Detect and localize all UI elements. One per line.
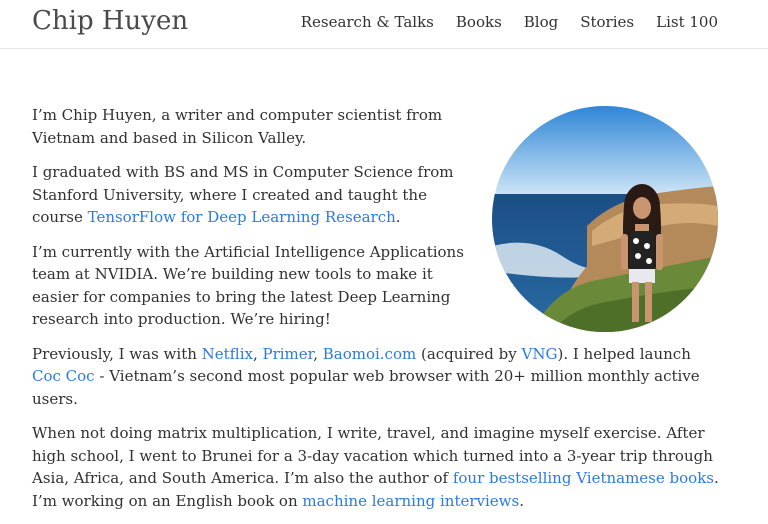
intro-content: I’m Chip Huyen, a writer and computer sc… bbox=[32, 104, 722, 524]
p4-text-a: Previously, I was with bbox=[32, 344, 202, 363]
vietnamese-books-link[interactable]: four bestselling Vietnamese books bbox=[453, 469, 714, 487]
p4-text-d: - Vietnam’s second most popular web brow… bbox=[32, 367, 700, 408]
intro-paragraph-3: I’m currently with the Artificial Intell… bbox=[32, 242, 464, 329]
intro-paragraph-4: Previously, I was with Netflix, Primer, … bbox=[32, 343, 722, 411]
main-nav: Research & Talks Books Blog Stories List… bbox=[301, 13, 718, 31]
nav-blog[interactable]: Blog bbox=[524, 13, 558, 31]
intro-paragraph-2: I graduated with BS and MS in Computer S… bbox=[32, 161, 472, 229]
nav-books[interactable]: Books bbox=[456, 13, 502, 31]
coccoc-link[interactable]: Coc Coc bbox=[32, 367, 95, 385]
p4-sep-2: , bbox=[313, 344, 323, 363]
nav-stories[interactable]: Stories bbox=[580, 13, 634, 31]
netflix-link[interactable]: Netflix bbox=[202, 345, 253, 363]
baomoi-link[interactable]: Baomoi.com bbox=[323, 345, 416, 363]
p2-end: . bbox=[395, 208, 401, 226]
intro-paragraph-5: When not doing matrix multiplication, I … bbox=[32, 422, 722, 512]
intro-paragraph-1: I’m Chip Huyen, a writer and computer sc… bbox=[32, 106, 443, 147]
nav-list-100[interactable]: List 100 bbox=[656, 13, 718, 31]
primer-link[interactable]: Primer bbox=[263, 345, 314, 363]
nav-research-talks[interactable]: Research & Talks bbox=[301, 13, 434, 31]
p4-sep-1: , bbox=[252, 344, 263, 363]
p4-text-c: ). I helped launch bbox=[557, 344, 691, 363]
vng-link[interactable]: VNG bbox=[522, 345, 558, 363]
tensorflow-course-link[interactable]: TensorFlow for Deep Learning Research bbox=[88, 208, 396, 226]
p4-text-b: (acquired by bbox=[416, 344, 522, 363]
ml-interviews-link[interactable]: machine learning interviews bbox=[302, 492, 519, 510]
site-title-link[interactable]: Chip Huyen bbox=[32, 6, 188, 36]
p5-text-c: . bbox=[519, 491, 524, 510]
site-header: Chip Huyen Research & Talks Books Blog S… bbox=[0, 0, 768, 49]
